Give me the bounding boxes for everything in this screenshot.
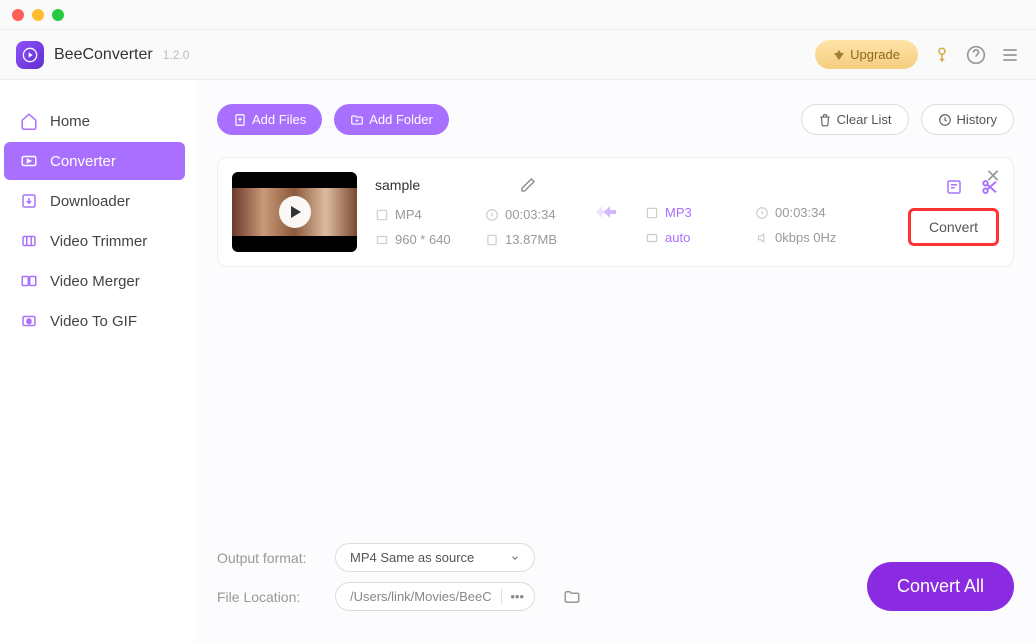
- home-icon: [20, 112, 38, 130]
- output-format-dropdown[interactable]: MP4 Same as source: [335, 543, 535, 572]
- trimmer-icon: [20, 232, 38, 250]
- play-icon: [279, 196, 311, 228]
- add-folder-button[interactable]: Add Folder: [334, 104, 449, 135]
- output-audio: 0kbps 0Hz: [775, 230, 836, 245]
- sidebar-item-label: Downloader: [50, 193, 130, 210]
- svg-text:G: G: [27, 319, 32, 325]
- convert-button[interactable]: Convert: [908, 208, 999, 246]
- download-icon: [20, 192, 38, 210]
- sidebar-item-downloader[interactable]: Downloader: [4, 182, 185, 220]
- merger-icon: [20, 272, 38, 290]
- card-actions: Convert: [908, 178, 999, 246]
- output-resolution: auto: [665, 230, 690, 245]
- close-card-icon[interactable]: ✕: [985, 168, 1001, 184]
- sidebar-item-label: Converter: [50, 153, 116, 170]
- app-header: BeeConverter 1.2.0 Upgrade: [0, 30, 1036, 80]
- menu-icon[interactable]: [1000, 45, 1020, 65]
- sidebar: Home Converter Downloader Video Trimmer …: [0, 80, 195, 643]
- file-name: sample: [375, 177, 420, 193]
- file-duration: 00:03:34: [505, 207, 556, 222]
- file-size: 13.87MB: [505, 232, 557, 247]
- diamond-icon: [833, 49, 845, 61]
- history-icon: [938, 113, 952, 127]
- close-window-icon[interactable]: [12, 9, 24, 21]
- gif-icon: G: [20, 312, 38, 330]
- sidebar-item-home[interactable]: Home: [4, 102, 185, 140]
- key-icon[interactable]: [932, 45, 952, 65]
- add-files-button[interactable]: Add Files: [217, 104, 322, 135]
- folder-open-icon[interactable]: [563, 588, 581, 606]
- bottom-settings: Output format: MP4 Same as source File L…: [217, 543, 1014, 621]
- toolbar: Add Files Add Folder Clear List History: [217, 104, 1014, 135]
- file-location-label: File Location:: [217, 589, 317, 605]
- resolution-icon: [375, 233, 389, 247]
- maximize-window-icon[interactable]: [52, 9, 64, 21]
- output-format: MP3: [665, 205, 692, 220]
- sidebar-item-trimmer[interactable]: Video Trimmer: [4, 222, 185, 260]
- sidebar-item-label: Home: [50, 113, 90, 130]
- video-thumbnail[interactable]: [232, 172, 357, 252]
- file-plus-icon: [233, 113, 247, 127]
- minimize-window-icon[interactable]: [32, 9, 44, 21]
- size-icon: [485, 233, 499, 247]
- output-format-label: Output format:: [217, 550, 317, 566]
- format-icon: [645, 206, 659, 220]
- clock-icon: [485, 208, 499, 222]
- audio-icon: [755, 231, 769, 245]
- sidebar-item-label: Video To GIF: [50, 313, 137, 330]
- history-button[interactable]: History: [921, 104, 1014, 135]
- format-icon: [375, 208, 389, 222]
- sidebar-item-label: Video Trimmer: [50, 233, 147, 250]
- sidebar-item-gif[interactable]: G Video To GIF: [4, 302, 185, 340]
- help-icon[interactable]: [966, 45, 986, 65]
- clock-icon: [755, 206, 769, 220]
- output-duration: 00:03:34: [775, 205, 826, 220]
- upgrade-button[interactable]: Upgrade: [815, 40, 918, 69]
- convert-arrow-icon: [591, 202, 619, 222]
- window-controls: [12, 9, 64, 21]
- content-area: Add Files Add Folder Clear List History …: [195, 80, 1036, 643]
- app-logo: [16, 41, 44, 69]
- folder-plus-icon: [350, 113, 364, 127]
- sidebar-item-merger[interactable]: Video Merger: [4, 262, 185, 300]
- file-location-field[interactable]: /Users/link/Movies/BeeC •••: [335, 582, 535, 611]
- app-name: BeeConverter: [54, 46, 153, 64]
- clear-list-button[interactable]: Clear List: [801, 104, 909, 135]
- file-resolution: 960 * 640: [395, 232, 451, 247]
- settings-icon[interactable]: [945, 178, 963, 196]
- trash-icon: [818, 113, 832, 127]
- convert-all-button[interactable]: Convert All: [867, 562, 1014, 611]
- sidebar-item-label: Video Merger: [50, 273, 140, 290]
- file-format: MP4: [395, 207, 422, 222]
- sidebar-item-converter[interactable]: Converter: [4, 142, 185, 180]
- output-file-info: MP3 00:03:34 auto 0kbps 0Hz: [645, 205, 836, 245]
- source-file-info: sample MP4 00:03:34 960 * 640 13.87MB: [375, 177, 565, 247]
- file-card: ✕ sample MP4 00:03:34 960 * 640 13.87MB: [217, 157, 1014, 267]
- chevron-down-icon: [510, 553, 520, 563]
- edit-icon[interactable]: [520, 177, 536, 193]
- converter-icon: [20, 152, 38, 170]
- app-version: 1.2.0: [163, 48, 190, 62]
- resolution-icon: [645, 231, 659, 245]
- more-dots-icon[interactable]: •••: [501, 589, 524, 604]
- titlebar: [0, 0, 1036, 30]
